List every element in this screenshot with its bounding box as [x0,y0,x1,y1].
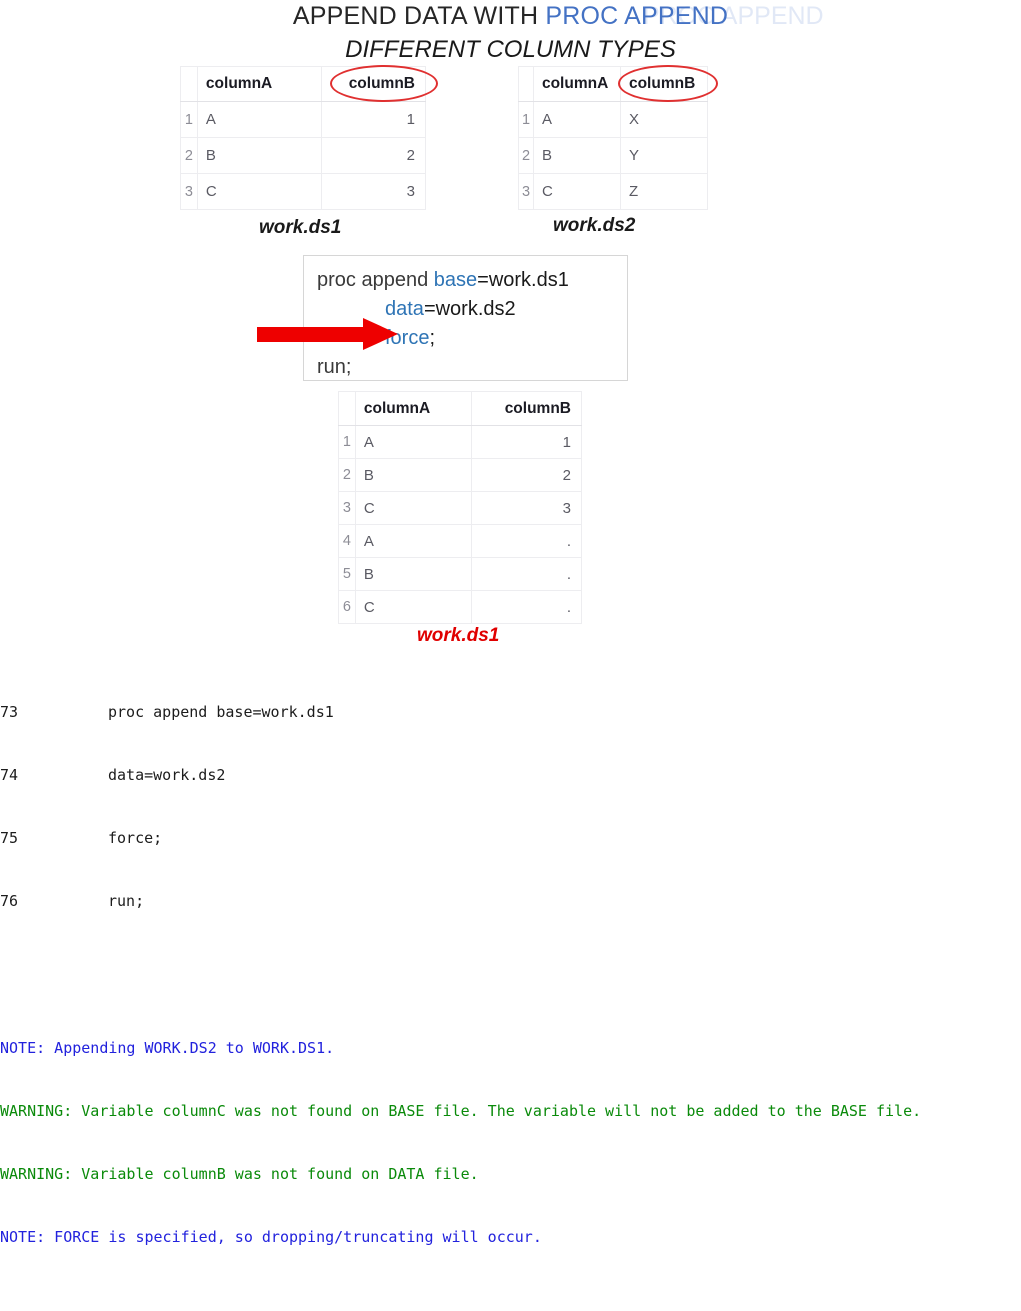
header-columnA: columnA [196,66,323,102]
cell-columnA: C [196,173,323,210]
arrow-head-icon [363,318,398,350]
log-message-warning: WARNING: Variable columnC was not found … [0,1102,922,1120]
code-semicolon-force: ; [429,327,436,349]
cell-columnB: 3 [321,173,426,210]
code-value-base: =work.ds1 [477,269,569,291]
log-source-line: 75 force; [0,828,1021,849]
caption-work-ds1: work.ds1 [259,217,342,238]
page-title-accent: PROC APPEND [545,2,729,30]
cell-columnB: 3 [470,491,583,525]
cell-columnA: B [354,458,472,492]
table-row: 1 A X [518,101,709,138]
log-line-text: proc append base=work.ds1 [108,703,334,721]
table-row: 2 B 2 [180,137,426,174]
table-row: 6 C . [338,590,583,624]
log-source-line: 76 run; [0,891,1021,912]
page-title: APPEND DATA WITH PROC APPEND [0,2,1021,31]
row-number-header [518,66,534,102]
cell-columnB: . [470,590,583,624]
row-number: 2 [180,137,198,174]
table-header-row: columnA columnB [180,66,426,102]
code-proc-append: proc append [317,269,434,291]
page-subtitle: DIFFERENT COLUMN TYPES [345,36,676,63]
table-row: 2 B Y [518,137,709,174]
cell-columnB: Z [619,173,709,210]
log-line-number: 76 [0,892,19,910]
cell-columnB: . [470,557,583,591]
table-row: 3 C Z [518,173,709,210]
header-columnB: columnB [619,66,709,102]
table-row: 3 C 3 [338,491,583,525]
red-arrow-annotation [257,318,405,350]
table-header-row: columnA columnB [518,66,709,102]
cell-columnB: Y [619,137,709,174]
table-row: 4 A . [338,524,583,558]
cell-columnA: C [532,173,621,210]
row-number: 4 [338,524,356,558]
log-line-number: 74 [0,766,19,784]
cell-columnB: 1 [470,425,583,459]
log-message-warning: WARNING: Variable columnB was not found … [0,1165,479,1183]
row-number: 5 [338,557,356,591]
log-message-note: NOTE: FORCE is specified, so dropping/tr… [0,1228,542,1246]
table-row: 5 B . [338,557,583,591]
row-number: 1 [180,101,198,138]
log-line-text: force; [108,829,163,847]
row-number-header [180,66,198,102]
log-source-line: 74 data=work.ds2 [0,765,1021,786]
table-row: 1 A 1 [338,425,583,459]
cell-columnB: X [619,101,709,138]
log-line-text: data=work.ds2 [108,766,226,784]
cell-columnA: B [196,137,323,174]
log-message-note: NOTE: Appending WORK.DS2 to WORK.DS1. [0,1039,335,1057]
caption-result-work-ds1: work.ds1 [417,625,500,646]
cell-columnA: B [354,557,472,591]
code-keyword-base: base [433,269,478,291]
row-number: 2 [518,137,534,174]
page-title-plain: APPEND DATA WITH [292,2,546,30]
code-line-1: proc append base=work.ds1 [317,266,627,295]
caption-work-ds2: work.ds2 [553,215,636,236]
row-number: 3 [180,173,198,210]
header-columnB: columnB [470,391,583,426]
row-number: 6 [338,590,356,624]
table-work-ds1: columnA columnB 1 A 1 2 B 2 3 C 3 [180,66,426,210]
log-line-number: 75 [0,829,19,847]
row-number: 1 [518,101,534,138]
cell-columnA: A [354,524,472,558]
table-row: 3 C 3 [180,173,426,210]
log-source-line: 73 proc append base=work.ds1 [0,702,1021,723]
log-line-number: 73 [0,703,19,721]
arrow-shaft [257,327,365,342]
row-number-header [338,391,356,426]
header-columnB: columnB [321,66,426,102]
table-result-work-ds1: columnA columnB 1 A 1 2 B 2 3 C 3 4 A . … [338,391,583,624]
row-number: 2 [338,458,356,492]
code-line-4: run; [317,356,352,378]
cell-columnB: 1 [321,101,426,138]
table-row: 2 B 2 [338,458,583,492]
cell-columnA: C [354,590,472,624]
cell-columnA: A [532,101,621,138]
cell-columnA: A [354,425,472,459]
cell-columnA: A [196,101,323,138]
row-number: 3 [338,491,356,525]
header-columnA: columnA [354,391,472,426]
table-row: 1 A 1 [180,101,426,138]
log-messages: NOTE: Appending WORK.DS2 to WORK.DS1. WA… [0,996,1021,1290]
table-work-ds2: columnA columnB 1 A X 2 B Y 3 C Z [518,66,709,210]
header-columnA: columnA [532,66,621,102]
cell-columnA: B [532,137,621,174]
code-keyword-data: data [385,298,424,320]
table-header-row: columnA columnB [338,391,583,426]
cell-columnB: 2 [470,458,583,492]
cell-columnB: 2 [321,137,426,174]
row-number: 3 [518,173,534,210]
log-line-text: run; [108,892,145,910]
sas-log-output: 73 proc append base=work.ds1 74 data=work.… [0,660,1021,1311]
row-number: 1 [338,425,356,459]
cell-columnA: C [354,491,472,525]
cell-columnB: . [470,524,583,558]
code-value-data: =work.ds2 [423,298,516,320]
